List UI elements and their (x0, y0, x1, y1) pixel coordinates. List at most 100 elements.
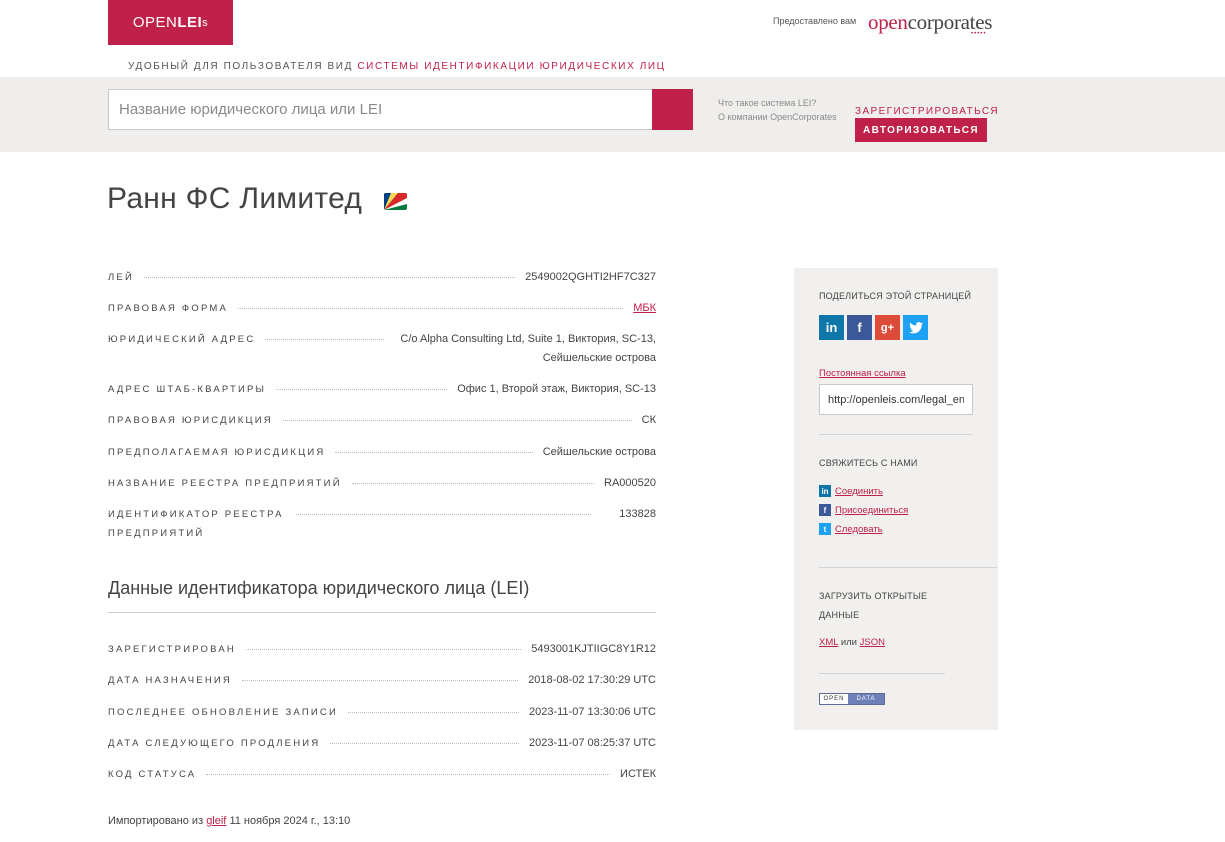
contact-linkedin-link[interactable]: Соединить (835, 486, 883, 497)
detail-row: Предполагаемая юрисдикция Сейшельские ост… (108, 443, 656, 462)
oc-logo-dots: ••••• (971, 31, 987, 37)
detail-label: Последнее обновление записи (108, 707, 338, 718)
download-heading: Загрузить открытые данные (819, 587, 927, 625)
dotted-leader (335, 443, 533, 453)
dotted-leader (330, 734, 519, 744)
facebook-icon[interactable]: f (847, 315, 872, 340)
detail-row: Юридический адрес C/o Alpha Consulting Lt… (108, 330, 656, 368)
lei-section-title: Данные идентификатора юридического лица … (108, 578, 530, 598)
contact-linkedin[interactable]: in Соединить (819, 485, 883, 497)
download-heading-line-1: Загрузить открытые (819, 591, 928, 601)
dotted-leader (351, 474, 594, 484)
import-note: Импортировано из gleif 11 ноября 2024 г.… (108, 815, 350, 827)
legal-form-link[interactable]: МБК (633, 302, 656, 314)
detail-value: СК (641, 414, 656, 426)
dotted-leader (265, 330, 384, 340)
detail-row: Идентификатор реестра предприятий 133828 (108, 505, 656, 543)
detail-label: Название реестра предприятий (108, 478, 342, 489)
sidebar-divider (819, 673, 945, 674)
detail-row: Правовая юрисдикция СК (108, 411, 656, 430)
twitter-icon: t (819, 523, 831, 535)
detail-value: ИСТЕК (620, 768, 656, 780)
permalink-label[interactable]: Постоянная ссылка (819, 368, 906, 379)
dotted-leader (238, 299, 624, 309)
contact-heading: Свяжитесь с нами (819, 458, 918, 468)
dotted-leader (206, 765, 611, 775)
search-button[interactable] (652, 89, 693, 130)
login-button[interactable]: Авторизоваться (855, 118, 987, 142)
dotted-leader (242, 671, 519, 681)
badge-open: OPEN (820, 694, 848, 704)
band-links: Что такое система LEI? О компании OpenCo… (718, 96, 837, 124)
contact-facebook-link[interactable]: Присоединиться (835, 505, 908, 516)
detail-value: 2549002QGHTI2HF7C327 (525, 271, 656, 283)
detail-value: 2018-08-02 17:30:29 UTC (528, 674, 656, 686)
download-xml-link[interactable]: XML (819, 637, 838, 648)
download-json-link[interactable]: JSON (860, 637, 885, 648)
detail-value: 5493001KJTIIGC8Y1R12 (531, 643, 656, 655)
what-is-lei-link[interactable]: Что такое система LEI? (718, 96, 837, 110)
linkedin-icon: in (819, 485, 831, 497)
detail-value: RA000520 (604, 477, 656, 489)
detail-row: Правовая форма МБК (108, 299, 656, 318)
detail-label: Идентификатор реестра предприятий (108, 509, 284, 539)
about-opencorporates-link[interactable]: О компании OpenCorporates (718, 110, 837, 124)
detail-row: Код статуса ИСТЕК (108, 765, 656, 784)
detail-label: Дата следующего продления (108, 738, 321, 749)
contact-facebook[interactable]: f Присоединиться (819, 504, 908, 516)
twitter-icon[interactable] (903, 315, 928, 340)
tagline-highlight: системы идентификации юридических лиц (357, 61, 666, 72)
dotted-leader (245, 640, 522, 650)
page-title: Ранн ФС Лимитед (107, 182, 363, 215)
detail-value: Офис 1, Второй этаж, Виктория, SC-13 (457, 383, 656, 395)
detail-value: МБК (633, 299, 656, 318)
detail-value: Сейшельские острова (542, 446, 656, 458)
logo-open-text: OPEN (132, 14, 178, 31)
facebook-icon: f (819, 504, 831, 516)
register-link[interactable]: Зарегистрироваться (855, 106, 999, 117)
logo-s-text: s (202, 16, 209, 29)
search-input[interactable] (108, 89, 653, 130)
badge-data: DATA (848, 694, 884, 704)
detail-label: Предполагаемая юрисдикция (108, 447, 326, 458)
detail-row: Дата следующего продления 2023-11-07 08:2… (108, 734, 656, 753)
detail-label: Зарегистрирован (108, 644, 236, 655)
detail-label: Код статуса (108, 769, 197, 780)
detail-label: Юридический адрес (108, 334, 256, 345)
gleif-link[interactable]: gleif (206, 815, 226, 827)
tagline-prefix: удобный для пользователя вид (128, 61, 353, 72)
provided-by-text: Предоставлено вам (773, 16, 857, 26)
detail-row: Последнее обновление записи 2023-11-07 13… (108, 703, 656, 722)
share-buttons: in f g+ (819, 315, 928, 340)
download-links: XML или JSON (819, 637, 885, 648)
logo-lei-text: LEI (177, 14, 203, 31)
detail-value: 133828 (619, 508, 656, 520)
tagline: удобный для пользователя вид системы иде… (128, 61, 666, 72)
open-data-badge[interactable]: OPEN DATA (819, 693, 885, 705)
detail-label: Правовая юрисдикция (108, 415, 273, 426)
section-divider (108, 612, 656, 613)
download-heading-line-2: данные (819, 610, 860, 620)
detail-row: Зарегистрирован 5493001KJTIIGC8Y1R12 (108, 640, 656, 659)
openleis-logo[interactable]: OPEN LEI s (108, 0, 233, 45)
permalink-field[interactable] (819, 384, 973, 415)
contact-twitter[interactable]: t Следовать (819, 523, 883, 535)
dotted-leader (348, 703, 519, 713)
sidebar-divider (819, 434, 972, 435)
contact-twitter-link[interactable]: Следовать (835, 524, 883, 535)
detail-row: Название реестра предприятий RA000520 (108, 474, 656, 493)
sidebar: Поделиться этой страницей in f g+ Постоя… (794, 268, 998, 730)
detail-value: 2023-11-07 08:25:37 UTC (529, 737, 656, 749)
detail-label: Дата назначения (108, 675, 232, 686)
google-plus-icon[interactable]: g+ (875, 315, 900, 340)
oc-logo-open: open (868, 10, 908, 34)
import-date: 11 ноября 2024 г., 13:10 (229, 815, 351, 827)
share-heading: Поделиться этой страницей (819, 291, 972, 301)
seychelles-flag-icon (384, 193, 407, 210)
detail-label: Правовая форма (108, 303, 229, 314)
dotted-leader (282, 411, 632, 421)
detail-row: Дата назначения 2018-08-02 17:30:29 UTC (108, 671, 656, 690)
linkedin-icon[interactable]: in (819, 315, 844, 340)
dotted-leader (276, 380, 448, 390)
sidebar-divider (819, 567, 997, 568)
